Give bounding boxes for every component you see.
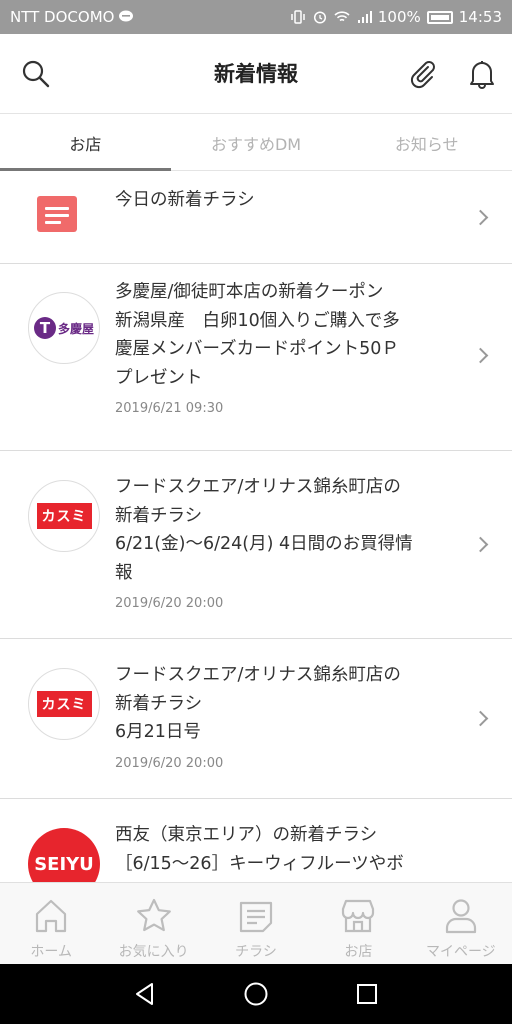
notification-button[interactable] bbox=[462, 54, 502, 94]
nav-label: お店 bbox=[344, 944, 373, 960]
battery-icon bbox=[426, 10, 453, 24]
nav-label: お気に入り bbox=[118, 944, 189, 960]
tab-bar: お店 おすすめDM お知らせ bbox=[0, 114, 512, 171]
item-date: 2019/6/21 09:30 bbox=[115, 401, 224, 416]
item-line: 慶屋メンバーズカードポイント50Ｐ bbox=[115, 339, 399, 359]
item-message: フードスクエア/オリナス錦糸町店の 新着チラシ 6月21日号 bbox=[115, 661, 462, 747]
store-logo-text: SEIYU bbox=[34, 853, 94, 875]
chevron-right-icon bbox=[472, 347, 489, 364]
list-item[interactable]: T 多慶屋 多慶屋/御徒町本店の新着クーポン 新潟県産 白卵10個入りご購入で多 … bbox=[0, 264, 512, 451]
item-date: 2019/6/20 20:00 bbox=[115, 596, 224, 611]
star-icon bbox=[136, 898, 171, 932]
list-item[interactable]: SEIYU 西友（東京エリア）の新着チラシ ［6/15〜26］キーウィフルーツや… bbox=[0, 799, 512, 882]
list-item[interactable]: カスミ フードスクエア/オリナス錦糸町店の 新着チラシ 6月21日号 2019/… bbox=[0, 639, 512, 799]
carrier-label: NTT DOCOMO bbox=[10, 8, 115, 26]
chevron-right-icon bbox=[472, 710, 489, 727]
item-line: フードスクエア/オリナス錦糸町店の bbox=[115, 477, 401, 497]
alarm-icon bbox=[313, 11, 326, 24]
bell-icon bbox=[470, 61, 494, 89]
store-logo-mark: T bbox=[33, 317, 56, 339]
item-line: 6/21(金)〜6/24(月) 4日間のお買得情 bbox=[115, 534, 413, 554]
store-logo: T 多慶屋 bbox=[28, 292, 100, 364]
home-icon bbox=[36, 899, 67, 933]
status-bar: NTT DOCOMO 100% 14:53 bbox=[0, 0, 512, 34]
item-line: プレゼント bbox=[115, 367, 203, 388]
recents-icon[interactable] bbox=[354, 981, 380, 1007]
item-date: 2019/6/20 20:00 bbox=[115, 756, 224, 771]
flyer-icon bbox=[37, 196, 77, 232]
clip-button[interactable] bbox=[402, 54, 442, 94]
nav-label: マイページ bbox=[425, 944, 496, 960]
tab-notices[interactable]: お知らせ bbox=[341, 114, 512, 170]
nav-label: ホーム bbox=[30, 944, 72, 960]
store-logo: SEIYU bbox=[28, 828, 100, 882]
system-nav-bar bbox=[0, 964, 512, 1024]
item-line: フードスクエア/オリナス錦糸町店の bbox=[115, 665, 401, 685]
nav-mypage[interactable]: マイページ bbox=[410, 883, 512, 964]
tab-recommended-dm[interactable]: おすすめDM bbox=[171, 114, 342, 170]
paperclip-icon bbox=[410, 61, 435, 89]
item-line: 西友（東京エリア）の新着チラシ bbox=[115, 825, 378, 845]
nav-stores[interactable]: お店 bbox=[307, 883, 409, 964]
person-icon bbox=[445, 899, 476, 934]
news-list: 今日の新着チラシ T 多慶屋 多慶屋/御徒町本店の新着クーポン 新潟県産 白卵10… bbox=[0, 172, 512, 882]
bottom-nav: ホーム お気に入り チラシ お店 マイページ bbox=[0, 882, 512, 964]
clock: 14:53 bbox=[458, 8, 502, 26]
store-logo: カスミ bbox=[28, 480, 100, 552]
store-logo-text: 多慶屋 bbox=[57, 321, 94, 336]
nav-favorites[interactable]: お気に入り bbox=[102, 883, 204, 964]
store-logo: カスミ bbox=[28, 668, 100, 740]
store-logo-text: カスミ bbox=[36, 503, 92, 529]
item-line: 報 bbox=[115, 562, 133, 583]
list-item-today-flyers[interactable]: 今日の新着チラシ bbox=[0, 172, 512, 264]
signal-icon bbox=[357, 11, 372, 23]
nav-flyers[interactable]: チラシ bbox=[205, 883, 307, 964]
message-icon bbox=[119, 10, 134, 22]
wifi-icon bbox=[334, 11, 350, 22]
app-header: 新着情報 bbox=[0, 34, 512, 114]
item-message: 多慶屋/御徒町本店の新着クーポン 新潟県産 白卵10個入りご購入で多 慶屋メンバ… bbox=[115, 278, 462, 392]
chevron-right-icon bbox=[472, 536, 489, 553]
item-line: 新着チラシ bbox=[115, 505, 203, 526]
item-message: 西友（東京エリア）の新着チラシ ［6/15〜26］キーウィフルーツやボ bbox=[115, 821, 462, 878]
store-logo-text: カスミ bbox=[36, 691, 92, 717]
store-icon bbox=[342, 899, 375, 933]
item-line: 新着チラシ bbox=[115, 693, 203, 714]
flyer-icon bbox=[239, 901, 273, 933]
nav-label: チラシ bbox=[235, 944, 277, 960]
nav-home[interactable]: ホーム bbox=[0, 883, 102, 964]
home-circle-icon[interactable] bbox=[243, 981, 269, 1007]
item-line: ［6/15〜26］キーウィフルーツやボ bbox=[115, 853, 404, 874]
item-message: フードスクエア/オリナス錦糸町店の 新着チラシ 6/21(金)〜6/24(月) … bbox=[115, 473, 462, 587]
chevron-right-icon bbox=[472, 209, 489, 226]
item-line: 新潟県産 白卵10個入りご購入で多 bbox=[115, 310, 400, 331]
back-icon[interactable] bbox=[132, 981, 158, 1007]
item-line: 多慶屋/御徒町本店の新着クーポン bbox=[115, 282, 384, 302]
list-item[interactable]: カスミ フードスクエア/オリナス錦糸町店の 新着チラシ 6/21(金)〜6/24… bbox=[0, 451, 512, 639]
tab-store[interactable]: お店 bbox=[0, 114, 171, 171]
item-line: 6月21日号 bbox=[115, 722, 201, 742]
item-title: 今日の新着チラシ bbox=[115, 190, 255, 210]
battery-percent: 100% bbox=[377, 8, 421, 26]
vibrate-icon bbox=[291, 10, 305, 24]
